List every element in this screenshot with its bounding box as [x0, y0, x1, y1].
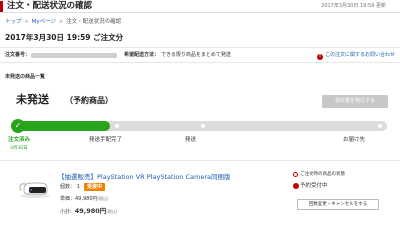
breadcrumb-current: 注文・配送状況の確認: [66, 19, 122, 25]
shipping-status: 未発送: [16, 93, 49, 106]
divider: [0, 160, 400, 161]
product-image[interactable]: [18, 179, 52, 199]
panel-title-text: ご注文時の商品の状態: [300, 172, 345, 177]
status-badge: 受渡中: [84, 183, 106, 191]
subtotal-value: 49,980円: [74, 207, 107, 215]
unit-price-tax-note: (税込): [97, 196, 109, 201]
shipping-status-note: （予約商品）: [65, 96, 113, 105]
check-icon: ✓: [11, 119, 25, 133]
issue-receipt-button[interactable]: 領収書を発行する: [322, 95, 388, 108]
breadcrumb-separator: >: [24, 19, 29, 25]
step-delivered-label: お届け先: [343, 137, 366, 143]
vr-headset-icon: [19, 182, 50, 198]
step-ordered-label: 注文済み: [8, 137, 31, 143]
order-progress-bar: ✓: [11, 119, 391, 133]
product-quantity: 個数： 1: [60, 184, 80, 190]
status-dot-icon: [293, 183, 299, 189]
inquiry-link-label: この注文に関するお問い合わせ: [324, 52, 395, 58]
section-label: 未発送の商品一覧: [5, 74, 46, 80]
unit-price-value: 単価：49,980円: [60, 196, 98, 202]
progress-step-dot: [378, 124, 382, 128]
header-accent-bar: [0, 1, 3, 12]
reservation-status-text: 予約受付中: [300, 183, 328, 189]
step-arranged-label: 発送手配完了: [89, 137, 123, 143]
info-icon: !: [316, 54, 323, 60]
update-timestamp: 2017年3月30日 19:59 更新: [321, 3, 386, 9]
order-info-row: 注文番号： 希望配送方法： できる限り商品をまとめて発送 ! この注文に関するお問…: [0, 47, 400, 63]
panel-title: ご注文時の商品の状態: [293, 172, 345, 178]
breadcrumb-separator: >: [58, 19, 64, 25]
product-subtotal: 小計: 49,980円(税込): [60, 207, 117, 216]
delivery-method-value: できる限り商品をまとめて発送: [161, 52, 231, 58]
page-title: 注文・配送状況の確認: [7, 1, 93, 11]
subtotal-tax-note: (税込): [106, 209, 118, 214]
breadcrumb: トップ > Myページ > 注文・配送状況の確認: [5, 19, 121, 26]
breadcrumb-link-mypage[interactable]: Myページ: [32, 19, 56, 25]
step-shipped-label: 発送: [185, 137, 197, 143]
reservation-status: 予約受付中: [293, 183, 328, 190]
subtotal-label: 小計:: [60, 209, 72, 215]
page-header: 注文・配送状況の確認 2017年3月30日 19:59 更新: [0, 0, 400, 13]
order-date: 2017年3月30日 19:59 ご注文分: [5, 33, 124, 42]
status-circle-icon: [293, 172, 298, 177]
order-number-redacted: [31, 53, 117, 58]
step-ordered-date: 3月30日: [10, 146, 28, 151]
progress-step-dot: [201, 124, 205, 128]
progress-fill: [17, 121, 110, 131]
product-unit-price: 単価：49,980円(税込): [60, 195, 109, 203]
change-cancel-button[interactable]: 回数変更・キャンセルをする: [297, 199, 379, 210]
order-number-label: 注文番号：: [5, 52, 31, 58]
progress-step-dot: [115, 124, 119, 128]
breadcrumb-link-top[interactable]: トップ: [5, 19, 22, 25]
delivery-method-label: 希望配送方法：: [124, 52, 160, 58]
product-title-link[interactable]: 【抽選販売】PlayStation VR PlayStation Camera同…: [58, 173, 231, 182]
progress-step-labels: 注文済み 3月30日 発送手配完了 発送 お届け先: [0, 137, 400, 155]
inquiry-link[interactable]: ! この注文に関するお問い合わせ: [316, 51, 395, 60]
